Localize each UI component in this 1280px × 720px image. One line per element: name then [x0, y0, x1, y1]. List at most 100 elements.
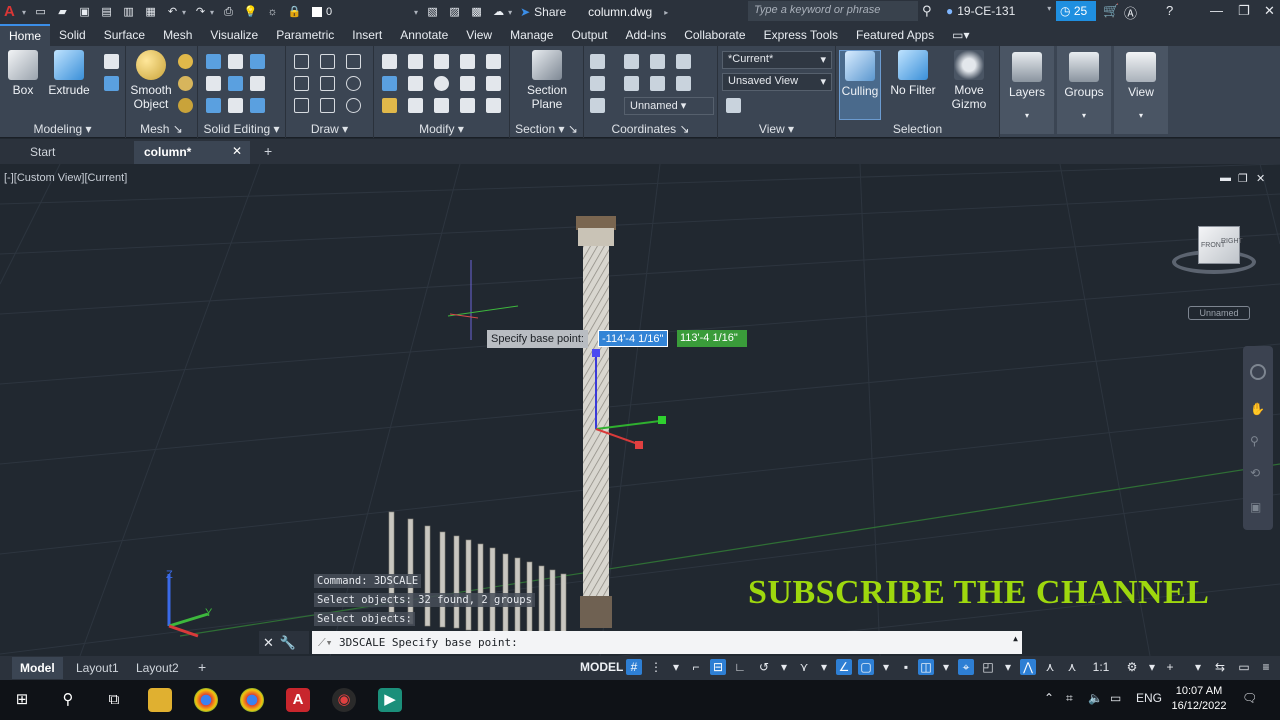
- polar-caret-icon[interactable]: ▾: [776, 659, 792, 675]
- navigation-bar[interactable]: ✋ ⚲ ⟲ ▣: [1243, 346, 1273, 530]
- slice-icon[interactable]: [228, 76, 243, 91]
- ucs-view-icon[interactable]: [624, 76, 639, 91]
- network-icon[interactable]: ⌗: [1066, 691, 1073, 706]
- viewcube[interactable]: FRONT RIGHT: [1172, 222, 1256, 276]
- smooth-object-button[interactable]: Smooth Object: [128, 50, 174, 111]
- ucs-origin-icon[interactable]: [650, 76, 665, 91]
- annotation-scale-value[interactable]: 1:1: [1088, 659, 1114, 675]
- autodesk-a-icon[interactable]: Ⓐ: [1124, 3, 1137, 22]
- snap-toggle-icon[interactable]: ⋮: [648, 659, 664, 675]
- tab-visualize[interactable]: Visualize: [201, 24, 267, 46]
- minimize-window-icon[interactable]: —: [1210, 3, 1223, 18]
- clean-screen-icon[interactable]: ▭: [1236, 659, 1252, 675]
- tab-manage[interactable]: Manage: [501, 24, 562, 46]
- viewport-restore-icon[interactable]: ❐: [1238, 172, 1248, 185]
- layers-panel-button[interactable]: Layers ▾: [1000, 46, 1054, 134]
- arc-icon[interactable]: [320, 76, 335, 91]
- tab-insert[interactable]: Insert: [343, 24, 391, 46]
- extract-edges-icon[interactable]: [206, 98, 221, 113]
- rotate-icon[interactable]: [434, 76, 449, 91]
- stretch-icon[interactable]: [434, 98, 449, 113]
- viewport-close-icon[interactable]: ✕: [1256, 172, 1265, 185]
- model-space-button[interactable]: MODEL: [576, 658, 627, 676]
- tab-express-tools[interactable]: Express Tools: [755, 24, 847, 46]
- model-layout-tab[interactable]: Model: [12, 657, 63, 679]
- start-tab[interactable]: Start: [20, 141, 65, 164]
- ribbon-toggle-icon[interactable]: ▭▾: [943, 24, 978, 46]
- workspace-gear-icon[interactable]: ⚙: [1124, 659, 1140, 675]
- cloud-icon[interactable]: ☁: [491, 5, 506, 19]
- ucs-icon[interactable]: [590, 54, 605, 69]
- explode-icon[interactable]: [408, 98, 423, 113]
- restore-window-icon[interactable]: ❐: [1238, 3, 1250, 19]
- union-icon[interactable]: [206, 54, 221, 69]
- redo-caret-icon[interactable]: ▾: [210, 8, 214, 17]
- move-icon[interactable]: [434, 54, 449, 69]
- modeling-panel-label[interactable]: Modeling ▾: [0, 122, 125, 136]
- visual-style-dropdown[interactable]: *Current* ▾: [722, 51, 832, 69]
- intersect-icon[interactable]: [250, 54, 265, 69]
- isodraft-caret-icon[interactable]: ▾: [816, 659, 832, 675]
- fillet-edge-icon[interactable]: [228, 98, 243, 113]
- app-menu-caret-icon[interactable]: ▾: [22, 8, 26, 17]
- drawing-tab[interactable]: column* ✕: [134, 141, 250, 164]
- command-customize-icon[interactable]: 🔧: [280, 635, 296, 651]
- orbit-icon[interactable]: ⟲: [1250, 466, 1260, 480]
- fillet-icon[interactable]: [486, 76, 501, 91]
- trim-icon[interactable]: [486, 54, 501, 69]
- viewport-config-icon[interactable]: [726, 98, 741, 113]
- no-filter-button[interactable]: No Filter: [888, 50, 938, 97]
- dynamic-input-x-field[interactable]: -114'-4 1/16": [598, 330, 668, 347]
- viewport-controls-label[interactable]: [-][Custom View][Current]: [4, 172, 127, 184]
- workspace-caret-icon[interactable]: ▾: [1144, 659, 1160, 675]
- zoom-icon[interactable]: ⚲: [1250, 434, 1259, 448]
- layer-caret-icon[interactable]: ▾: [414, 8, 418, 17]
- copy-icon[interactable]: [460, 54, 475, 69]
- open-folder-icon[interactable]: ▰: [55, 5, 70, 19]
- view-panel-label[interactable]: View ▾: [718, 122, 835, 136]
- close-window-icon[interactable]: ✕: [1264, 3, 1275, 19]
- ucs-previous-icon[interactable]: [650, 54, 665, 69]
- layout2-tab[interactable]: Layout2: [128, 657, 187, 679]
- chrome-icon[interactable]: [194, 688, 218, 712]
- spline-icon[interactable]: [294, 76, 309, 91]
- nav-wheel-icon[interactable]: [1250, 364, 1266, 380]
- search-icon[interactable]: ⚲: [922, 3, 932, 19]
- culling-button[interactable]: Culling: [839, 50, 881, 120]
- refine-mesh-icon[interactable]: [178, 98, 193, 113]
- new-tab-icon[interactable]: +: [254, 141, 282, 164]
- erase-icon[interactable]: [382, 98, 397, 113]
- windows-start-icon[interactable]: ⊞: [10, 688, 34, 712]
- tab-parametric[interactable]: Parametric: [267, 24, 343, 46]
- annotation-monitor-icon[interactable]: +: [1162, 659, 1178, 675]
- draw-panel-label[interactable]: Draw ▾: [286, 122, 373, 136]
- ucs-3point-icon[interactable]: [590, 98, 605, 113]
- selection-cycling-icon[interactable]: ▾: [938, 659, 954, 675]
- dynamic-input-y-field[interactable]: 113'-4 1/16": [677, 330, 747, 347]
- polar-tracking-icon[interactable]: ↺: [756, 659, 772, 675]
- web-mobile-icon[interactable]: ▥: [121, 5, 136, 19]
- selection-panel-label[interactable]: Selection: [836, 122, 999, 136]
- object-snap-caret-icon[interactable]: ▾: [878, 659, 894, 675]
- dynamic-input-toggle-icon[interactable]: ⊟: [710, 659, 726, 675]
- polysolid-icon[interactable]: [104, 76, 119, 91]
- viewcube-ucs-menu[interactable]: Unnamed: [1188, 306, 1250, 320]
- autocad-logo-icon[interactable]: A: [4, 4, 20, 20]
- quick-access-caret-icon[interactable]: ▾: [508, 8, 512, 17]
- align-icon[interactable]: [382, 76, 397, 91]
- view-panel-button[interactable]: View ▾: [1114, 46, 1168, 134]
- camtasia-icon[interactable]: ▶: [378, 688, 402, 712]
- tray-chevron-icon[interactable]: ⌃: [1044, 691, 1054, 705]
- gizmo-move-icon[interactable]: [408, 54, 423, 69]
- 3d-object-snap-icon[interactable]: ⌖: [958, 659, 974, 675]
- command-line-input[interactable]: ⟋▾ 3DSCALE Specify base point: ▲: [312, 631, 1022, 654]
- units-icon[interactable]: ▾: [1190, 659, 1206, 675]
- taskbar-search-icon[interactable]: ⚲: [56, 688, 80, 712]
- section-plane-button[interactable]: Section Plane: [524, 50, 570, 111]
- auto-scale-icon[interactable]: ⋏: [1042, 659, 1058, 675]
- line-icon[interactable]: [294, 54, 309, 69]
- print-icon[interactable]: ⎙: [221, 5, 236, 19]
- object-snap-tracking-icon[interactable]: ∠: [836, 659, 852, 675]
- interfere-icon[interactable]: [206, 76, 221, 91]
- notification-badge[interactable]: ◷ 25: [1056, 1, 1096, 21]
